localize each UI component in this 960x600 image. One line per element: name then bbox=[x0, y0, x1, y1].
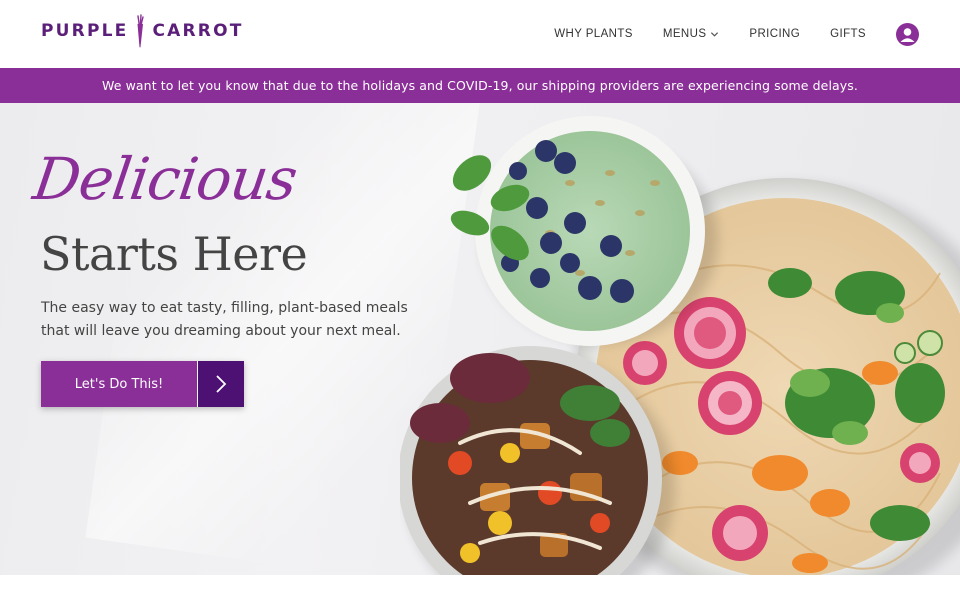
chevron-right-icon bbox=[216, 375, 227, 393]
cta-arrow-button[interactable] bbox=[198, 361, 244, 407]
banner-text: We want to let you know that due to the … bbox=[102, 78, 858, 93]
carrot-logo-icon bbox=[137, 14, 145, 48]
section-divider bbox=[0, 575, 960, 600]
nav-menus[interactable]: MENUS bbox=[663, 28, 720, 40]
user-icon bbox=[900, 27, 915, 42]
site-header: PURPLE CARROT WHY PLANTS MENUS PRICING G… bbox=[0, 0, 960, 68]
logo-word-carrot: CARROT bbox=[152, 21, 244, 41]
nav-gifts[interactable]: GIFTS bbox=[830, 28, 866, 40]
main-nav: WHY PLANTS MENUS PRICING GIFTS bbox=[554, 0, 960, 68]
nav-pricing[interactable]: PRICING bbox=[749, 28, 800, 40]
shipping-delay-banner: We want to let you know that due to the … bbox=[0, 68, 960, 103]
hero-subcopy: The easy way to eat tasty, filling, plan… bbox=[41, 300, 408, 339]
nav-why-plants-label: WHY PLANTS bbox=[554, 28, 633, 40]
hero-headline: Starts Here bbox=[40, 227, 308, 281]
nav-gifts-label: GIFTS bbox=[830, 28, 866, 40]
account-button[interactable] bbox=[896, 22, 919, 46]
purple-carrot-logo[interactable]: PURPLE CARROT bbox=[41, 14, 244, 48]
logo-word-purple: PURPLE bbox=[41, 21, 129, 41]
nav-why-plants[interactable]: WHY PLANTS bbox=[554, 28, 633, 40]
cta-label[interactable]: Let's Do This! bbox=[41, 361, 197, 407]
hero-food-image bbox=[400, 116, 960, 575]
hero-script-title: Delicious bbox=[29, 145, 301, 213]
chevron-down-icon bbox=[711, 31, 719, 37]
lets-do-this-button[interactable]: Let's Do This! bbox=[41, 361, 244, 407]
nav-menus-label: MENUS bbox=[662, 28, 707, 40]
nav-pricing-label: PRICING bbox=[749, 28, 801, 40]
